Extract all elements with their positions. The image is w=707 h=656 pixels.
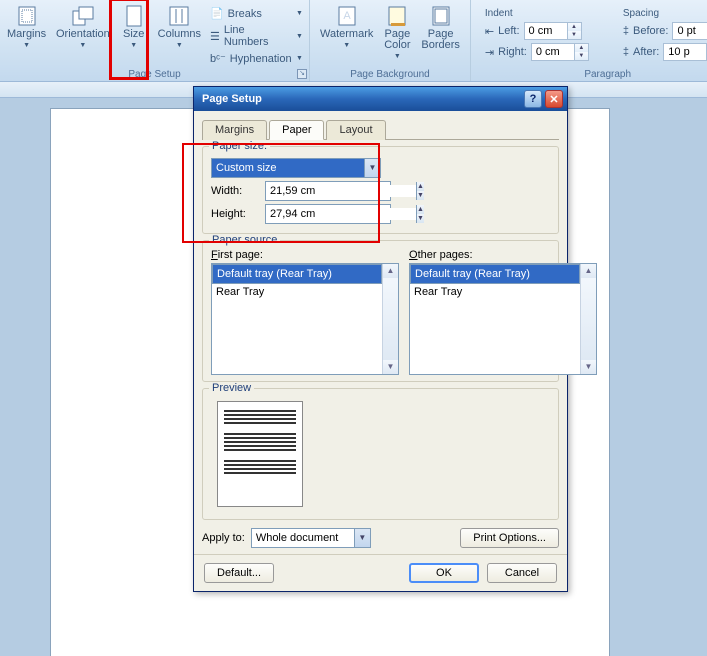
paper-size-legend: Paper size: bbox=[209, 140, 270, 152]
indent-right-input[interactable]: ▲▼ bbox=[531, 43, 589, 61]
margins-button[interactable]: Margins ▼ bbox=[3, 2, 50, 66]
first-page-listbox[interactable]: Default tray (Rear Tray) Rear Tray ▲▼ bbox=[211, 263, 399, 375]
dialog-titlebar[interactable]: Page Setup ? ✕ bbox=[194, 87, 567, 111]
spacing-before-icon: ‡ bbox=[623, 25, 629, 37]
columns-label: Columns bbox=[158, 29, 201, 40]
indent-right-icon: ⇥ bbox=[485, 46, 494, 59]
indent-left-input[interactable]: ▲▼ bbox=[524, 22, 582, 40]
watermark-button[interactable]: A Watermark ▼ bbox=[316, 2, 377, 63]
breaks-button[interactable]: 📄Breaks▼ bbox=[207, 6, 306, 21]
dialog-tabs: Margins Paper Layout bbox=[202, 119, 559, 140]
spacing-before-label: Before: bbox=[633, 25, 668, 37]
spacing-heading: Spacing bbox=[623, 8, 707, 19]
chevron-down-icon: ▼ bbox=[354, 529, 370, 547]
indent-left-label: Left: bbox=[498, 25, 519, 37]
page-background-group-label: Page Background bbox=[310, 67, 470, 80]
columns-button[interactable]: Columns ▼ bbox=[154, 2, 205, 66]
hyphenation-label: Hyphenation bbox=[230, 53, 292, 65]
svg-text:A: A bbox=[343, 10, 351, 22]
watermark-label: Watermark bbox=[320, 29, 373, 40]
list-item[interactable]: Default tray (Rear Tray) bbox=[212, 264, 382, 284]
paper-size-value: Custom size bbox=[212, 162, 364, 174]
margins-icon bbox=[13, 5, 41, 27]
width-input[interactable]: ▲▼ bbox=[265, 181, 391, 201]
height-input[interactable]: ▲▼ bbox=[265, 204, 391, 224]
dropdown-icon: ▼ bbox=[23, 42, 30, 49]
other-pages-label: ther pages: bbox=[418, 249, 473, 261]
list-item[interactable]: Default tray (Rear Tray) bbox=[410, 264, 580, 284]
preview-legend: Preview bbox=[209, 382, 254, 394]
page-borders-icon bbox=[427, 5, 455, 27]
dropdown-icon: ▼ bbox=[130, 42, 137, 49]
line-numbers-icon: ☰ bbox=[210, 30, 220, 43]
orientation-label: Orientation bbox=[56, 29, 110, 40]
size-icon bbox=[120, 5, 148, 27]
cancel-button[interactable]: Cancel bbox=[487, 563, 557, 583]
line-numbers-label: Line Numbers bbox=[224, 24, 292, 48]
apply-to-value: Whole document bbox=[252, 532, 354, 544]
orientation-button[interactable]: Orientation ▼ bbox=[52, 2, 114, 66]
orientation-icon bbox=[69, 5, 97, 27]
default-button[interactable]: Default... bbox=[204, 563, 274, 583]
help-button[interactable]: ? bbox=[524, 90, 542, 108]
page-setup-dialog-launcher[interactable]: ↘ bbox=[297, 69, 307, 79]
close-button[interactable]: ✕ bbox=[545, 90, 563, 108]
first-page-label: irst page: bbox=[218, 249, 263, 261]
height-label: Height: bbox=[211, 208, 259, 220]
page-borders-button[interactable]: PageBorders bbox=[417, 2, 464, 63]
dropdown-icon: ▼ bbox=[79, 42, 86, 49]
other-pages-listbox[interactable]: Default tray (Rear Tray) Rear Tray ▲▼ bbox=[409, 263, 597, 375]
hyphenation-icon: bᶜ⁻ bbox=[210, 52, 226, 65]
indent-heading: Indent bbox=[485, 8, 589, 19]
paragraph-group-label: Paragraph bbox=[471, 67, 707, 80]
chevron-down-icon: ▼ bbox=[364, 159, 380, 177]
page-borders-label: PageBorders bbox=[421, 29, 460, 51]
spacing-after-icon: ‡ bbox=[623, 46, 629, 58]
paper-source-legend: Paper source bbox=[209, 234, 280, 246]
dialog-title: Page Setup bbox=[198, 93, 521, 105]
preview-fieldset: Preview bbox=[202, 388, 559, 520]
margins-label: Margins bbox=[7, 29, 46, 40]
tab-layout[interactable]: Layout bbox=[326, 120, 385, 140]
paper-source-fieldset: Paper source First page: Default tray (R… bbox=[202, 240, 559, 382]
size-button[interactable]: Size ▼ bbox=[116, 2, 152, 66]
columns-icon bbox=[165, 5, 193, 27]
ok-button[interactable]: OK bbox=[409, 563, 479, 583]
ribbon: Margins ▼ Orientation ▼ Size ▼ Columns ▼… bbox=[0, 0, 707, 82]
page-setup-group-label: Page Setup bbox=[0, 67, 309, 80]
page-color-label: PageColor bbox=[384, 29, 410, 51]
tab-paper[interactable]: Paper bbox=[269, 120, 324, 140]
print-options-button[interactable]: Print Options... bbox=[460, 528, 559, 548]
breaks-label: Breaks bbox=[228, 8, 262, 20]
hyphenation-button[interactable]: bᶜ⁻Hyphenation▼ bbox=[207, 51, 306, 66]
spacing-after-label: After: bbox=[633, 46, 659, 58]
list-item[interactable]: Rear Tray bbox=[212, 284, 382, 300]
apply-to-label: Apply to: bbox=[202, 532, 245, 544]
tab-margins[interactable]: Margins bbox=[202, 120, 267, 140]
breaks-icon: 📄 bbox=[210, 7, 224, 20]
paper-size-fieldset: Paper size: Custom size ▼ Width: ▲▼ Heig… bbox=[202, 146, 559, 234]
line-numbers-button[interactable]: ☰Line Numbers▼ bbox=[207, 23, 306, 49]
spacing-before-input[interactable]: ▲▼ bbox=[672, 22, 707, 40]
watermark-icon: A bbox=[333, 5, 361, 27]
preview-page bbox=[217, 401, 303, 507]
page-setup-dialog: Page Setup ? ✕ Margins Paper Layout Pape… bbox=[193, 86, 568, 592]
dropdown-icon: ▼ bbox=[176, 42, 183, 49]
indent-left-icon: ⇤ bbox=[485, 25, 494, 38]
page-color-icon bbox=[383, 5, 411, 27]
size-label: Size bbox=[123, 29, 144, 40]
apply-to-select[interactable]: Whole document ▼ bbox=[251, 528, 371, 548]
spacing-after-input[interactable]: ▲▼ bbox=[663, 43, 707, 61]
page-color-button[interactable]: PageColor ▼ bbox=[379, 2, 415, 63]
indent-right-label: Right: bbox=[498, 46, 527, 58]
paper-size-select[interactable]: Custom size ▼ bbox=[211, 158, 381, 178]
list-item[interactable]: Rear Tray bbox=[410, 284, 580, 300]
width-label: Width: bbox=[211, 185, 259, 197]
